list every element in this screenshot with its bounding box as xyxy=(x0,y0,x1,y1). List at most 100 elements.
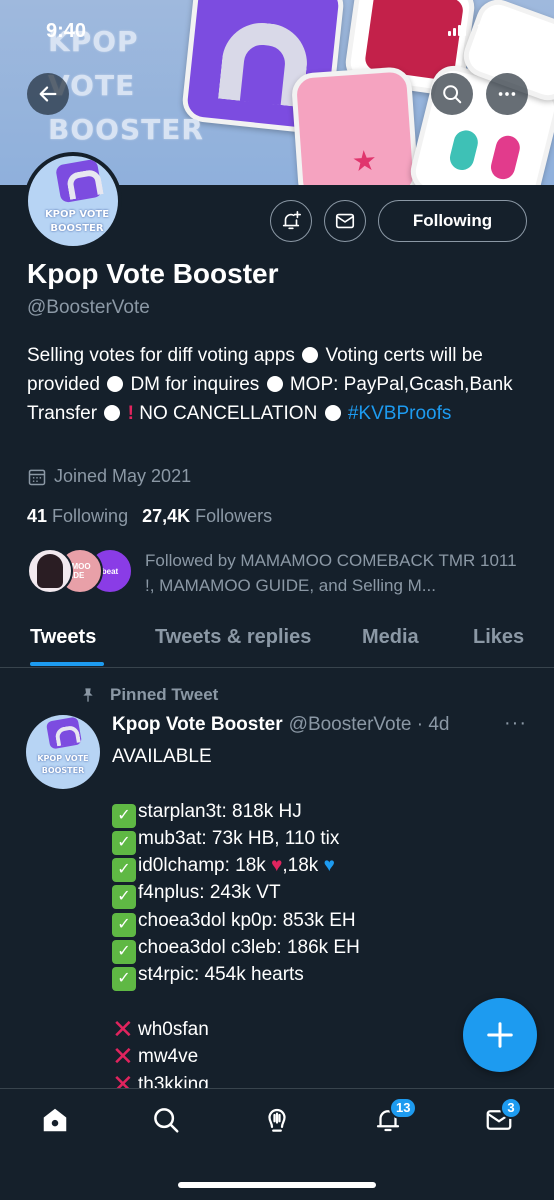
bio-text: DM for inquires xyxy=(130,374,260,395)
tweet-author-name: Kpop Vote Booster xyxy=(112,714,283,735)
bell-plus-icon xyxy=(282,211,301,230)
cross-mark-icon: ✕ xyxy=(112,1068,134,1088)
tweet-line: ✓ mub3at: 73k HB, 110 tix xyxy=(112,825,532,855)
follower-avatar xyxy=(27,548,73,594)
tweet-line-text: st4rpic: 454k hearts xyxy=(138,964,304,986)
red-heart-icon: ♥ xyxy=(271,855,283,877)
nav-notifications[interactable]: 13 xyxy=(371,1097,418,1137)
cross-mark-icon: ✕ xyxy=(112,1013,134,1044)
bio-hashtag-link[interactable]: #KVBProofs xyxy=(348,403,452,424)
cross-mark-icon: ✕ xyxy=(112,1041,134,1072)
bio-text: Selling votes for diff voting apps xyxy=(27,345,295,366)
pinned-tweet-label: Pinned Tweet xyxy=(80,685,218,705)
back-button[interactable] xyxy=(27,73,69,115)
tweet-line-text: f4nplus: 243k VT xyxy=(138,882,281,904)
check-mark-icon: ✓ xyxy=(112,885,136,910)
status-time: 9:40 xyxy=(46,20,87,42)
bullet-dot-icon xyxy=(107,376,124,392)
followed-by-avatars[interactable]: MAMOO GUIDE beat xyxy=(27,548,133,594)
exclamation-icon: ! xyxy=(127,403,134,424)
wifi-icon xyxy=(474,22,498,36)
avatar-text: KPOP VOTE BOOSTER xyxy=(44,209,110,234)
nav-messages[interactable]: 3 xyxy=(482,1097,522,1137)
plus-icon xyxy=(487,1022,513,1048)
following-button[interactable]: Following xyxy=(378,200,527,242)
tweet-line: AVAILABLE xyxy=(112,746,212,767)
search-button[interactable] xyxy=(431,73,473,115)
follow-counts: 41 Following 27,4K Followers xyxy=(27,506,272,527)
tweet-line-text: starplan3t: 818k HJ xyxy=(138,800,302,822)
avatar-logo xyxy=(55,158,103,204)
bottom-navigation: 13 3 xyxy=(0,1088,554,1200)
notifications-badge: 13 xyxy=(389,1097,418,1119)
more-horizontal-icon xyxy=(498,92,516,96)
tweet-line-text: choea3dol c3leb: 186k EH xyxy=(138,937,360,959)
tweet-line: ✓ f4nplus: 243k VT xyxy=(112,879,532,910)
tweet-author-handle: @BoosterVote · 4d xyxy=(288,714,450,735)
profile-avatar[interactable]: KPOP VOTE BOOSTER xyxy=(24,152,122,250)
tweet-line-text: id0lchamp: 18k xyxy=(138,855,272,877)
nav-home[interactable] xyxy=(38,1103,72,1137)
following-count: 41 xyxy=(27,506,48,526)
battery-icon xyxy=(500,22,526,36)
tab-tweets-and-replies[interactable]: Tweets & replies xyxy=(155,626,311,649)
followed-by-text[interactable]: Followed by MAMAMOO COMEBACK TMR 1011 !,… xyxy=(145,548,525,598)
joined-date: Joined May 2021 xyxy=(27,466,191,487)
notifications-subscribe-button[interactable] xyxy=(270,200,312,242)
status-icons xyxy=(448,22,526,36)
tweet-line-text: th3kking xyxy=(138,1073,209,1088)
compose-tweet-button[interactable] xyxy=(463,998,537,1072)
pin-icon xyxy=(83,688,93,702)
nav-spaces[interactable] xyxy=(260,1103,294,1137)
tweet-line: ✓ id0lchamp: 18k ♥,18k ♥ xyxy=(112,852,532,883)
tab-tweets[interactable]: Tweets xyxy=(30,626,96,649)
bullet-dot-icon xyxy=(302,347,319,363)
bio-text: NO CANCELLATION xyxy=(139,403,318,424)
tweet-author-avatar[interactable]: KPOP VOTE BOOSTER xyxy=(26,715,100,789)
search-icon xyxy=(154,1108,179,1133)
following-count-link[interactable]: 41 Following xyxy=(27,506,128,527)
profile-bio: Selling votes for diff voting apps Votin… xyxy=(27,341,537,428)
tweet-line-text: wh0sfan xyxy=(138,1018,209,1040)
check-mark-icon: ✓ xyxy=(112,967,136,992)
search-icon xyxy=(443,85,462,104)
tab-media[interactable]: Media xyxy=(362,626,419,649)
messages-badge: 3 xyxy=(500,1097,522,1119)
tweet-line: ✓ st4rpic: 454k hearts xyxy=(112,961,532,992)
profile-tabs: Tweets Tweets & replies Media Likes xyxy=(0,620,554,668)
active-tab-indicator xyxy=(30,662,104,666)
tweet-line: ✓ choea3dol c3leb: 186k EH xyxy=(112,934,532,965)
arrow-left-icon xyxy=(39,86,57,102)
followers-count-link[interactable]: 27,4K Followers xyxy=(142,506,272,527)
profile-name: Kpop Vote Booster xyxy=(27,258,279,289)
blue-heart-icon: ♥ xyxy=(323,855,335,877)
tweet-line: ✓ choea3dol kp0p: 853k EH xyxy=(112,907,532,937)
tweet-more-button[interactable]: ··· xyxy=(504,712,527,735)
tweet-line: ✕ th3kking xyxy=(112,1071,532,1088)
nav-search[interactable] xyxy=(149,1103,183,1137)
avatar-text: KPOP VOTE BOOSTER xyxy=(37,754,89,775)
banner-app-icon-idolchamp: ★ xyxy=(290,65,420,185)
following-label: Following xyxy=(52,506,129,526)
calendar-icon xyxy=(28,469,46,485)
bullet-dot-icon xyxy=(324,405,341,421)
followers-count: 27,4K xyxy=(142,506,191,526)
microphone-icon xyxy=(268,1108,286,1132)
tab-likes[interactable]: Likes xyxy=(473,626,524,649)
tweet-header[interactable]: Kpop Vote Booster @BoosterVote · 4d xyxy=(112,714,449,736)
tweet-line: ✓ starplan3t: 818k HJ xyxy=(112,798,532,828)
message-button[interactable] xyxy=(324,200,366,242)
tweet-line-text: mw4ve xyxy=(138,1046,199,1068)
home-icon xyxy=(43,1108,67,1132)
bullet-dot-icon xyxy=(266,376,283,392)
more-options-button[interactable] xyxy=(486,73,528,115)
tweet-line-text: choea3dol kp0p: 853k EH xyxy=(138,909,356,931)
envelope-icon xyxy=(335,213,355,229)
check-mark-icon: ✓ xyxy=(112,803,136,828)
tweet-line-text: mub3at: 73k HB, 110 tix xyxy=(138,827,340,849)
followers-label: Followers xyxy=(195,506,273,526)
pinned-text: Pinned Tweet xyxy=(110,685,219,704)
profile-handle: @BoosterVote xyxy=(27,297,150,318)
